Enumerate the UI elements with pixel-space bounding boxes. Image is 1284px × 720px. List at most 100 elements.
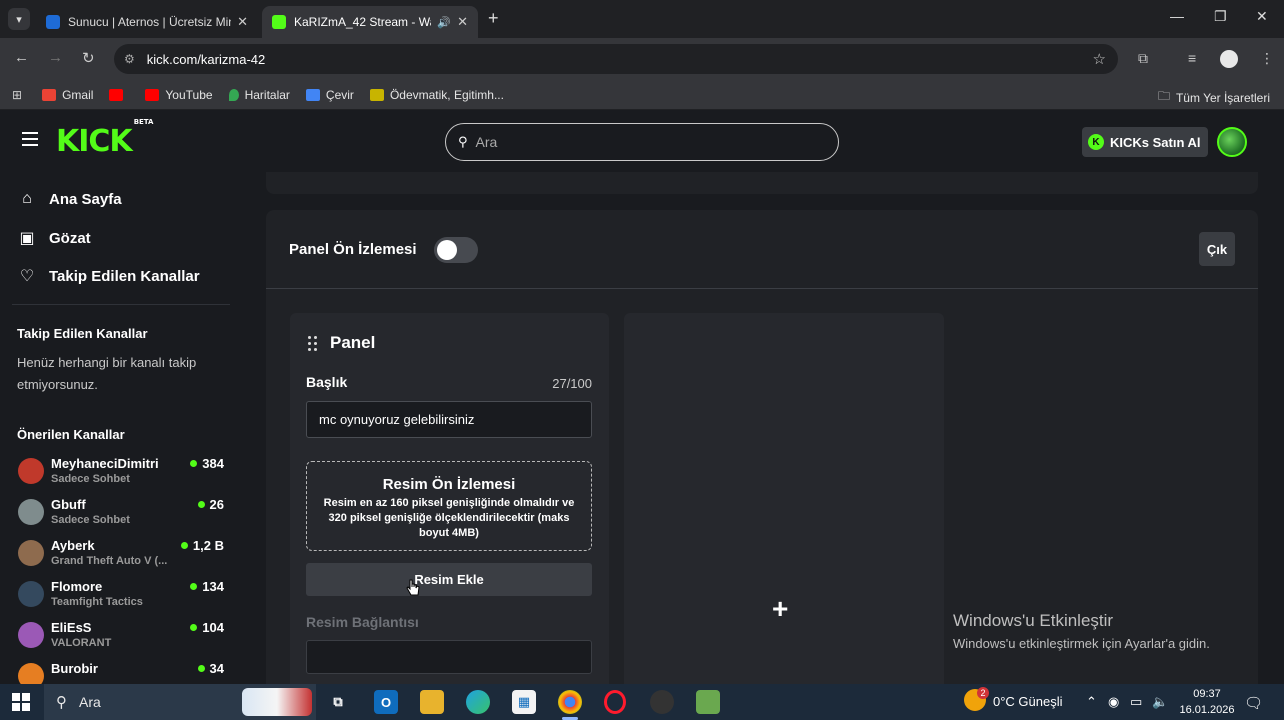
- hamburger-menu-icon[interactable]: [22, 132, 38, 150]
- bookmark-label: Haritalar: [244, 87, 290, 102]
- media-controls-icon[interactable]: ≡: [1188, 50, 1196, 66]
- viewer-count: 384: [190, 456, 224, 471]
- reload-icon[interactable]: ↻: [82, 49, 95, 67]
- new-tab-plus-icon[interactable]: +: [488, 8, 499, 29]
- exit-button[interactable]: Çık: [1199, 232, 1235, 266]
- followed-empty-text: Henüz herhangi bir kanalı takip etmiyors…: [17, 355, 197, 392]
- user-avatar[interactable]: [1217, 127, 1247, 157]
- title-char-count: 27/100: [552, 376, 592, 391]
- buy-kicks-button[interactable]: K KICKs Satın Al: [1082, 127, 1208, 157]
- heart-icon: ♡: [19, 268, 35, 285]
- panel-preview-toggle[interactable]: [434, 237, 478, 263]
- tab-search-chevron-icon[interactable]: ▾: [8, 8, 30, 30]
- add-image-button[interactable]: Resim Ekle: [306, 563, 592, 596]
- all-bookmarks[interactable]: 🗀 Tüm Yer İşaretleri: [1158, 87, 1270, 108]
- home-icon: ⌂: [22, 190, 32, 207]
- panel-title: Panel: [330, 333, 376, 352]
- image-preview-title: Resim Ön İzlemesi: [382, 476, 516, 493]
- channel-name: EliEsS: [51, 620, 92, 635]
- windows-start-icon[interactable]: [12, 693, 30, 711]
- search-placeholder: Ara: [475, 134, 498, 150]
- minimize-icon[interactable]: —: [1170, 8, 1184, 24]
- opera-icon[interactable]: [604, 690, 626, 714]
- forward-icon[interactable]: →: [48, 49, 63, 66]
- tab-kick-stream[interactable]: KaRIZmA_42 Stream - Watc 🔊 ✕: [262, 6, 478, 38]
- channel-name: Burobir: [51, 661, 98, 676]
- viewer-count: 34: [198, 661, 224, 676]
- clock[interactable]: 09:37 16.01.2026: [1176, 686, 1238, 718]
- file-explorer-icon[interactable]: [420, 690, 444, 714]
- edge-icon[interactable]: [466, 690, 490, 714]
- bookmark-youtube[interactable]: YouTube: [145, 88, 213, 102]
- close-tab-icon[interactable]: ✕: [237, 14, 248, 30]
- tab-aternos[interactable]: Sunucu | Aternos | Ücretsiz Min ✕: [36, 6, 258, 38]
- bookmark-youtube-short[interactable]: [109, 88, 129, 101]
- sidebar-item-label: Takip Edilen Kanallar: [49, 267, 200, 285]
- bookmark-gmail[interactable]: Gmail: [42, 88, 93, 102]
- viewer-count: 134: [190, 579, 224, 594]
- bookmark-maps[interactable]: Haritalar: [228, 87, 290, 102]
- speaker-icon[interactable]: 🔊: [437, 16, 451, 29]
- image-link-input[interactable]: [306, 640, 592, 674]
- bookmark-translate[interactable]: Çevir: [305, 88, 354, 102]
- channel-item[interactable]: Gbuff Sadece Sohbet 26: [16, 495, 228, 531]
- sidebar-item-label: Gözat: [49, 229, 91, 247]
- tray-chevron-icon[interactable]: ⌃: [1086, 694, 1097, 710]
- kebab-menu-icon[interactable]: ⋮: [1260, 50, 1274, 67]
- network-icon[interactable]: ▭: [1130, 694, 1142, 710]
- title-input[interactable]: mc oynuyoruz gelebilirsiniz: [306, 401, 592, 438]
- window-close-icon[interactable]: ✕: [1256, 8, 1268, 25]
- close-tab-icon[interactable]: ✕: [457, 14, 468, 30]
- channel-item[interactable]: Burobir 34: [16, 659, 228, 684]
- image-link-label: Resim Bağlantısı: [306, 614, 419, 630]
- profile-avatar-icon[interactable]: [1220, 50, 1238, 68]
- channel-avatar: [18, 581, 44, 607]
- buy-kicks-label: KICKs Satın Al: [1110, 134, 1201, 150]
- channel-item[interactable]: Flomore Teamfight Tactics 134: [16, 577, 228, 613]
- sidebar-item-browse[interactable]: ▣ Gözat: [18, 228, 91, 248]
- address-bar[interactable]: ⚙ kick.com/karizma-42 ☆: [114, 44, 1118, 74]
- tab-title: Sunucu | Aternos | Ücretsiz Min: [68, 15, 232, 29]
- bookmark-odevmatik[interactable]: Ödevmatik, Egitimh...: [369, 88, 504, 102]
- back-icon[interactable]: ←: [14, 49, 29, 66]
- channel-item[interactable]: MeyhaneciDimitri Sadece Sohbet 384: [16, 454, 228, 490]
- browse-icon: ▣: [19, 230, 35, 247]
- url-text: kick.com/karizma-42: [146, 51, 266, 67]
- apps-grid-icon[interactable]: ⊞: [12, 88, 22, 102]
- record-icon[interactable]: ◉: [1108, 694, 1119, 710]
- drag-handle-icon[interactable]: [308, 335, 318, 351]
- store-icon[interactable]: ▦: [512, 690, 536, 714]
- youtube-icon: [145, 88, 160, 101]
- kick-logo[interactable]: KICKBETA: [56, 118, 153, 159]
- channel-item[interactable]: EliEsS VALORANT 104: [16, 618, 228, 654]
- sidebar-item-home[interactable]: ⌂ Ana Sayfa: [18, 190, 121, 208]
- task-view-icon[interactable]: ⧉: [326, 690, 350, 714]
- restore-icon[interactable]: ❐: [1214, 8, 1227, 25]
- channel-avatar: [18, 540, 44, 566]
- channel-avatar: [18, 458, 44, 484]
- add-panel-plus-icon[interactable]: +: [772, 593, 788, 625]
- minecraft-icon[interactable]: [696, 690, 720, 714]
- channel-name: MeyhaneciDimitri: [51, 456, 159, 471]
- volume-icon[interactable]: 🔈: [1152, 694, 1168, 710]
- weather-text[interactable]: 0°C Güneşli: [993, 694, 1063, 709]
- viewer-count: 104: [190, 620, 224, 635]
- previous-section-card: [266, 172, 1258, 194]
- bookmark-star-icon[interactable]: ☆: [1093, 50, 1106, 68]
- followed-heading: Takip Edilen Kanallar: [17, 326, 148, 341]
- taskbar-search[interactable]: ⚲ Ara: [44, 684, 316, 720]
- obs-icon[interactable]: [650, 690, 674, 714]
- notification-icon[interactable]: 🗨: [1244, 694, 1263, 712]
- add-panel-card[interactable]: +: [624, 313, 944, 684]
- site-info-icon[interactable]: ⚙: [124, 52, 135, 66]
- watermark-line1: Windows'u Etkinleştir: [953, 611, 1114, 630]
- viewer-count: 26: [198, 497, 224, 512]
- channel-name: Gbuff: [51, 497, 86, 512]
- sidebar-item-following[interactable]: ♡ Takip Edilen Kanallar: [18, 266, 200, 286]
- search-input[interactable]: ⚲ Ara: [445, 123, 839, 161]
- image-preview-dropzone[interactable]: Resim Ön İzlemesi Resim en az 160 piksel…: [306, 461, 592, 551]
- chrome-icon[interactable]: [558, 690, 582, 720]
- outlook-icon[interactable]: O: [374, 690, 398, 714]
- extensions-icon[interactable]: ⧉: [1138, 50, 1148, 67]
- channel-item[interactable]: Ayberk Grand Theft Auto V (... 1,2 B: [16, 536, 228, 572]
